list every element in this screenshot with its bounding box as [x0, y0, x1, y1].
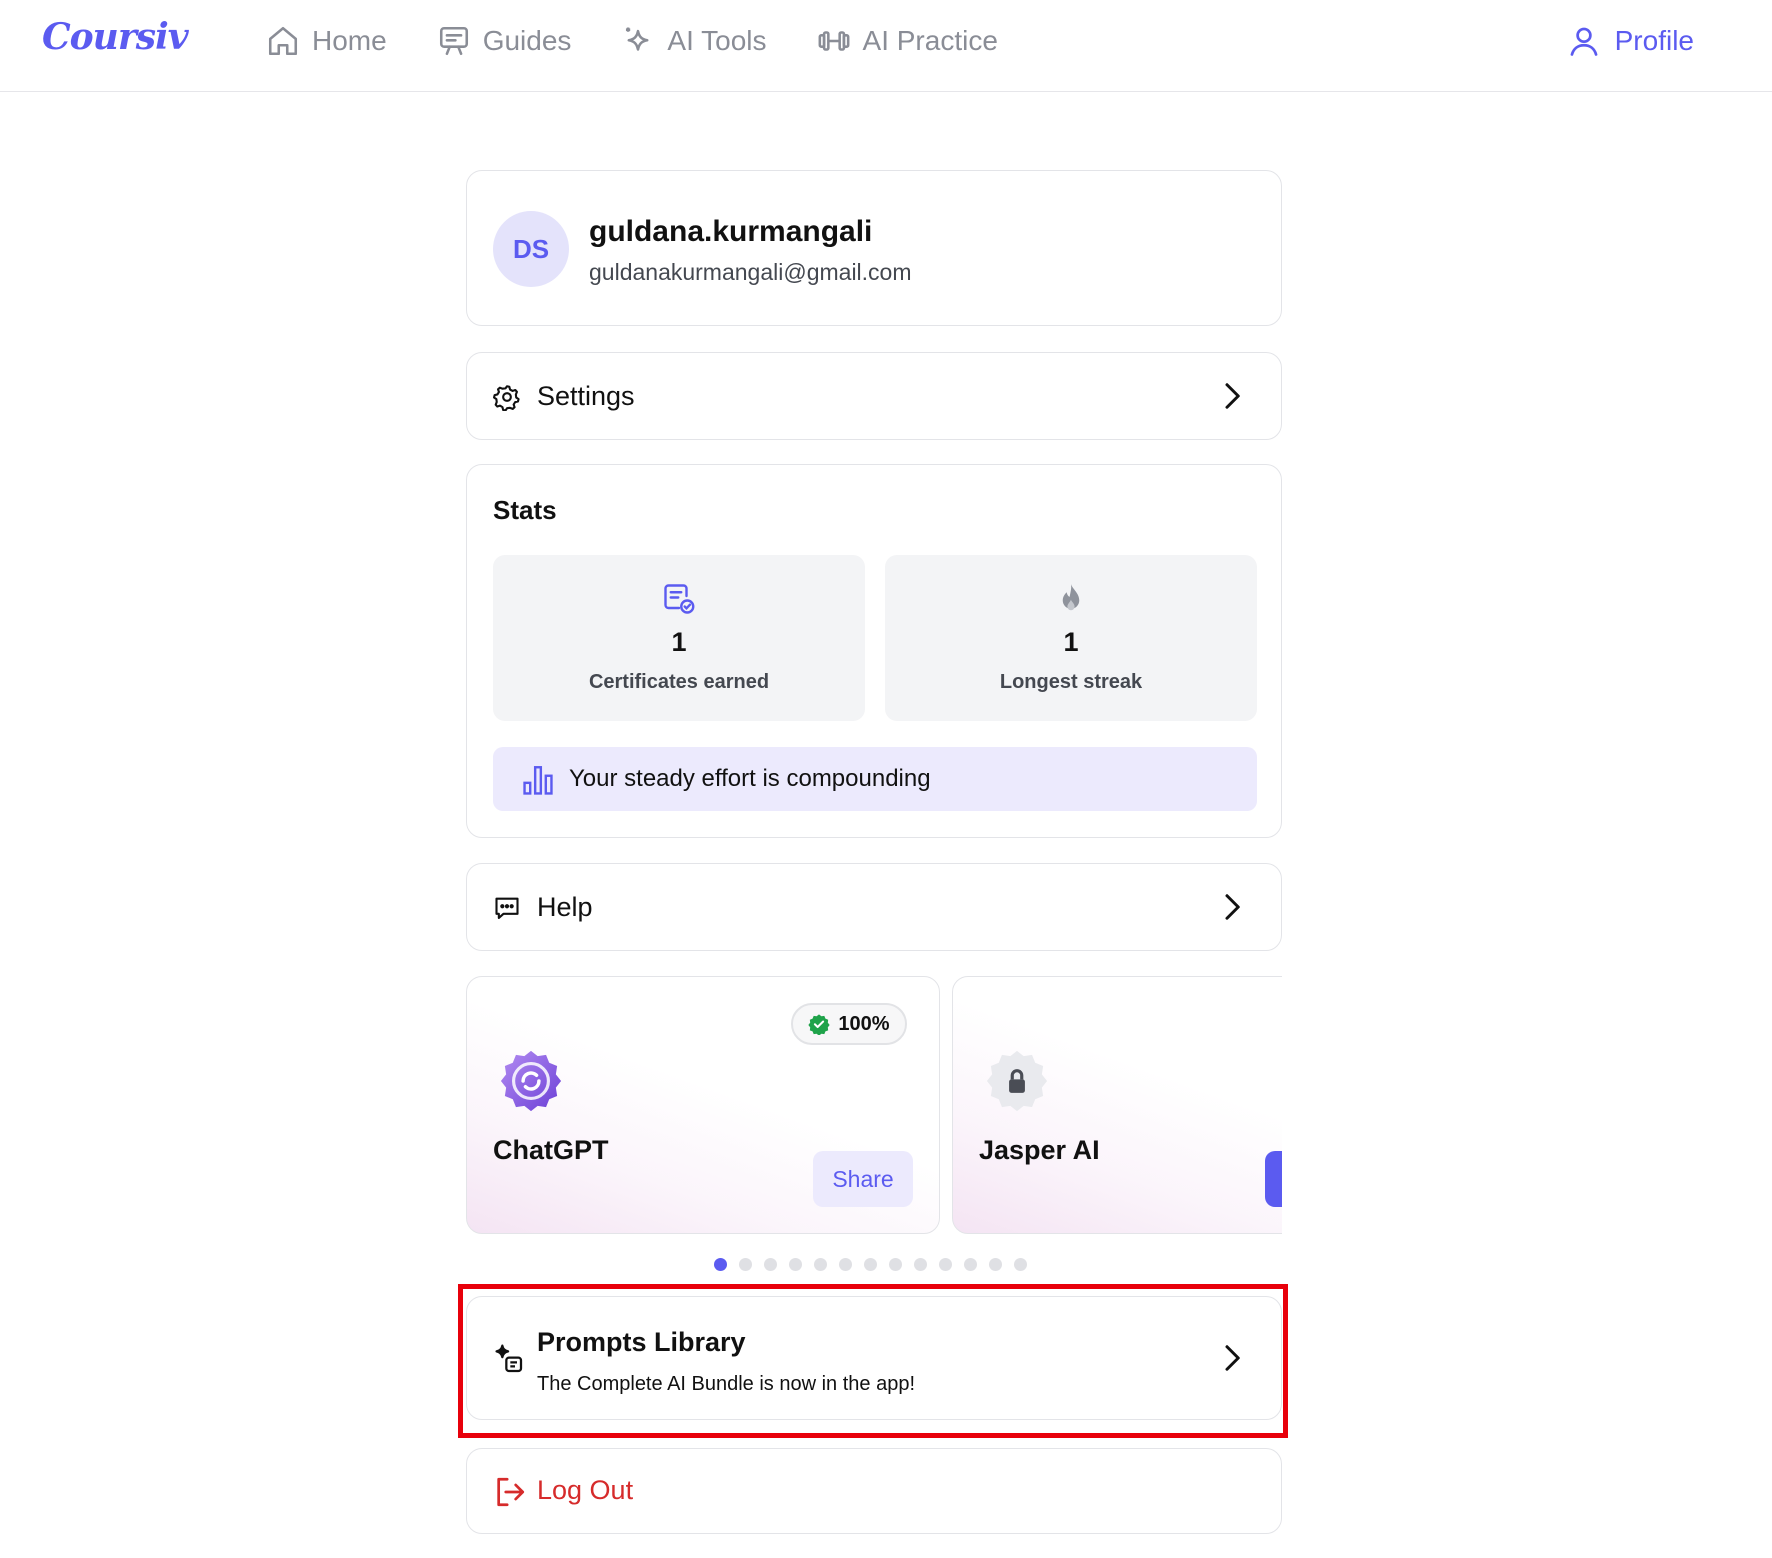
certificates-count: 1 [671, 627, 687, 657]
carousel-dot[interactable] [764, 1258, 777, 1271]
chevron-right-icon [1225, 894, 1240, 920]
certificates-label: Certificates earned [588, 671, 770, 693]
home-icon [268, 26, 298, 56]
certificate-icon [664, 584, 695, 614]
certificate-card-jasper-ai[interactable]: Jasper AI [952, 976, 1282, 1234]
nav-label-guides: Guides [482, 25, 572, 56]
nav-item-ai-tools[interactable]: AI Tools [621, 24, 767, 58]
carousel-dot[interactable] [739, 1258, 752, 1271]
certificates-stat: 1 Certificates earned [493, 555, 865, 721]
chat-icon [495, 897, 519, 919]
bar-chart-icon [523, 766, 553, 795]
nav-item-home[interactable]: Home [266, 24, 387, 58]
certificate-seal-icon [500, 1050, 562, 1112]
sparkle-icon [626, 27, 649, 51]
guides-icon [439, 26, 468, 56]
nav-label-profile: Profile [1614, 25, 1694, 56]
carousel-dot[interactable] [939, 1258, 952, 1271]
carousel-dot[interactable] [964, 1258, 977, 1271]
chevron-right-icon [1225, 1345, 1240, 1371]
user-icon [1570, 27, 1598, 56]
prompts-icon [495, 1344, 523, 1373]
logout-label: Log Out [537, 1475, 634, 1505]
help-label: Help [537, 892, 593, 922]
settings-label: Settings [537, 381, 635, 411]
certificate-name: ChatGPT [493, 1135, 609, 1165]
avatar: DS [493, 211, 569, 287]
flame-icon [1062, 584, 1080, 611]
certificate-card-chatgpt[interactable]: 100% ChatGPT Share [466, 976, 940, 1234]
settings-row[interactable]: Settings [466, 352, 1282, 440]
nav-label-home: Home [312, 25, 387, 56]
carousel-dot[interactable] [714, 1258, 727, 1271]
stats-card: Stats 1 Certificates earned 1 Longest st… [466, 464, 1282, 838]
share-button[interactable]: Share [813, 1151, 913, 1207]
coursiv-logo[interactable]: Coursiv [42, 16, 189, 58]
prompts-library-title: Prompts Library [537, 1327, 746, 1357]
carousel-dot[interactable] [889, 1258, 902, 1271]
main-nav: Home Guides AI Tools AI Practice [266, 0, 998, 82]
nav-label-ai-tools: AI Tools [667, 25, 767, 56]
carousel-dot[interactable] [1014, 1258, 1027, 1271]
get-certificate-button[interactable] [1265, 1151, 1282, 1207]
locked-seal-icon [986, 1050, 1048, 1112]
chevron-right-icon [1225, 383, 1240, 409]
streak-stat: 1 Longest streak [885, 555, 1257, 721]
check-badge-icon [808, 1014, 831, 1035]
streak-count: 1 [1063, 627, 1079, 657]
effort-banner: Your steady effort is compounding [493, 747, 1257, 811]
nav-label-ai-practice: AI Practice [862, 25, 998, 56]
prompts-library-row[interactable]: Prompts Library The Complete AI Bundle i… [466, 1296, 1282, 1420]
top-navigation: Coursiv Home Guides AI Tools AI Practice… [0, 0, 1772, 92]
carousel-dot[interactable] [814, 1258, 827, 1271]
carousel-dot[interactable] [914, 1258, 927, 1271]
certificates-carousel[interactable]: 100% ChatGPT Share Jasper AI [466, 976, 1282, 1234]
carousel-dot[interactable] [789, 1258, 802, 1271]
help-row[interactable]: Help [466, 863, 1282, 951]
logout-button[interactable]: Log Out [466, 1448, 1282, 1534]
nav-item-guides[interactable]: Guides [437, 24, 572, 58]
carousel-dot[interactable] [864, 1258, 877, 1271]
stats-title: Stats [493, 495, 557, 525]
carousel-dot[interactable] [839, 1258, 852, 1271]
nav-item-profile[interactable]: Profile [1567, 0, 1694, 82]
gear-icon [493, 385, 520, 411]
effort-message: Your steady effort is compounding [569, 765, 931, 792]
logout-icon [497, 1477, 525, 1507]
carousel-dot[interactable] [989, 1258, 1002, 1271]
progress-badge: 100% [791, 1003, 907, 1045]
username: guldana.kurmangali [589, 215, 873, 248]
nav-item-ai-practice[interactable]: AI Practice [817, 24, 998, 58]
progress-value: 100% [838, 1012, 890, 1035]
user-email: guldanakurmangali@gmail.com [589, 259, 912, 285]
carousel-pagination [714, 1258, 1027, 1271]
streak-label: Longest streak [999, 671, 1143, 693]
certificate-name: Jasper AI [979, 1135, 1100, 1165]
prompts-library-subtitle: The Complete AI Bundle is now in the app… [537, 1373, 916, 1395]
dumbbell-icon [818, 31, 849, 51]
user-card: DS guldana.kurmangali guldanakurmangali@… [466, 170, 1282, 326]
